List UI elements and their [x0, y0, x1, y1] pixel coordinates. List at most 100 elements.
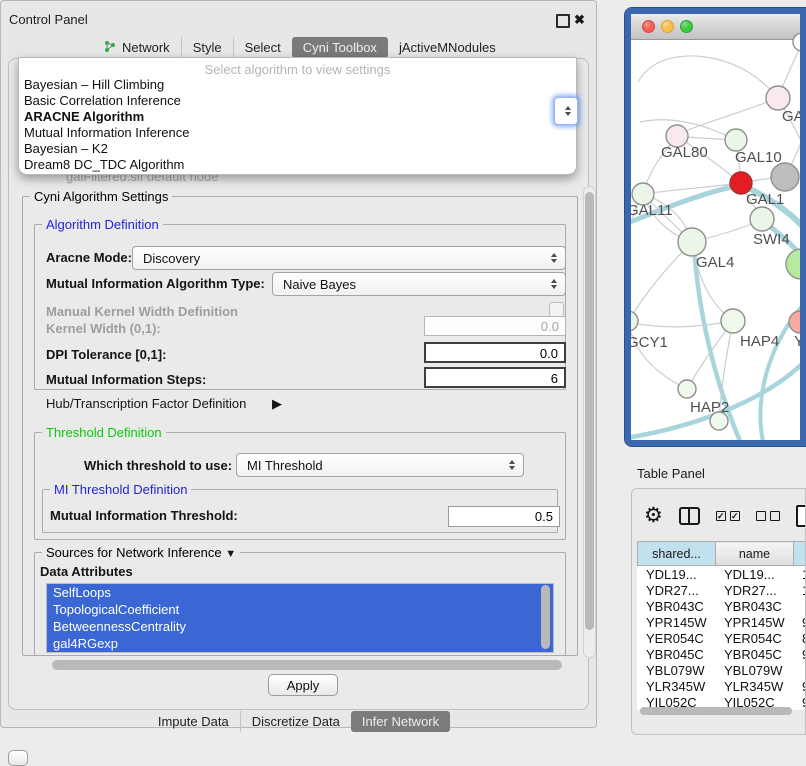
network-node[interactable] [786, 249, 800, 279]
split-columns-icon[interactable] [679, 507, 700, 525]
collapse-arrow-right-icon[interactable]: ▶ [272, 396, 282, 412]
table-row[interactable]: YBR043CYBR043C [638, 598, 806, 614]
minimized-panel-icon[interactable] [8, 750, 28, 766]
network-node-gal4[interactable] [678, 228, 706, 256]
algorithm-option-aracne-algorithm[interactable]: ARACNE Algorithm [19, 109, 576, 125]
bottom-tab-impute-data[interactable]: Impute Data [147, 711, 240, 732]
table-row[interactable]: YLR345WYLR345W9. [638, 678, 806, 694]
network-node-gcy1[interactable] [631, 311, 638, 331]
mi-algorithm-type-combobox[interactable]: Naive Bayes [272, 272, 566, 296]
table-row[interactable]: YER054CYER054C8. [638, 630, 806, 646]
mi-steps-label: Mutual Information Steps: [46, 372, 206, 387]
table-row[interactable]: YPR145WYPR145W9. [638, 614, 806, 630]
network-icon [103, 40, 117, 54]
network-node-gal10[interactable] [725, 129, 747, 151]
network-node[interactable] [771, 163, 799, 191]
settings-horizontal-scrollbar-thumb[interactable] [52, 660, 562, 670]
mutual-information-threshold-label: Mutual Information Threshold: [50, 508, 238, 523]
attribute-item-selfloops[interactable]: SelfLoops [47, 584, 539, 601]
node-label-hap4: HAP4 [740, 333, 779, 350]
network-node-y[interactable] [789, 311, 800, 333]
bottom-tab-infer-network[interactable]: Infer Network [351, 711, 450, 732]
algorithm-dropdown-items: Bayesian – Hill ClimbingBasic Correlatio… [19, 77, 576, 173]
table-cell: 13 [794, 566, 806, 583]
aracne-mode-label: Aracne Mode: [46, 250, 132, 265]
column-header-attr[interactable] [794, 542, 806, 566]
table-cell: YER054C [716, 630, 794, 646]
node-label-gal1: GAL1 [746, 191, 784, 208]
table-row[interactable]: YDL19...YDL19...13 [638, 566, 806, 583]
table-cell: YLR345W [716, 678, 794, 694]
mutual-information-threshold-field[interactable]: 0.5 [448, 506, 560, 527]
tab-jactivemnodules[interactable]: jActiveMNodules [388, 37, 507, 58]
apply-button[interactable]: Apply [268, 674, 338, 696]
node-table[interactable]: shared...name YDL19...YDL19...13YDR27...… [637, 541, 806, 710]
algorithm-option-bayesian-k2[interactable]: Bayesian – K2 [19, 141, 576, 157]
table-row[interactable]: YBR045CYBR045C9. [638, 646, 806, 662]
tab-label: jActiveMNodules [399, 40, 496, 55]
column-header-name[interactable]: name [716, 542, 794, 566]
tab-cyni-toolbox[interactable]: Cyni Toolbox [292, 37, 388, 58]
dpi-tolerance-field[interactable]: 0.0 [424, 342, 566, 363]
column-header-shared[interactable]: shared... [638, 542, 716, 566]
table-row[interactable]: YDR27...YDR27...12 [638, 582, 806, 598]
sources-title-text: Sources for Network Inference [46, 545, 222, 560]
network-node-gal[interactable] [766, 86, 790, 110]
cyni-bottom-tabbar: Impute Data Discretize Data Infer Network [0, 710, 597, 732]
algorithm-option-basic-correlation-inference[interactable]: Basic Correlation Inference [19, 93, 576, 109]
collapse-arrow-down-icon[interactable]: ▼ [225, 548, 236, 560]
table-horizontal-scrollbar-thumb[interactable] [640, 707, 792, 715]
float-window-icon[interactable] [556, 14, 570, 28]
table-cell: YPR145W [638, 614, 716, 630]
network-edge [638, 56, 778, 98]
algorithm-option-mutual-information-inference[interactable]: Mutual Information Inference [19, 125, 576, 141]
network-canvas[interactable]: GALGAL80GAL10GAL1GAL11SWI4GAL4GCY1HAP4YH… [631, 33, 800, 440]
node-label-gal4: GAL4 [696, 254, 734, 271]
attributes-list-scrollbar-thumb[interactable] [541, 585, 550, 649]
network-node-swi4[interactable] [750, 207, 774, 231]
tab-style[interactable]: Style [181, 37, 233, 58]
hub-transcription-section-label[interactable]: Hub/Transcription Factor Definition [46, 396, 246, 411]
table-cell: YPR145W [716, 614, 794, 630]
table-cell: YBR043C [638, 598, 716, 614]
zoom-light[interactable] [680, 20, 693, 33]
data-attributes-list[interactable]: SelfLoopsTopologicalCoefficientBetweenne… [46, 583, 554, 653]
close-window-icon[interactable]: ✖ [574, 13, 585, 26]
algorithm-definition-title: Algorithm Definition [42, 217, 163, 232]
settings-vertical-scrollbar-thumb[interactable] [585, 192, 594, 630]
gear-icon[interactable]: ⚙ [644, 506, 663, 526]
tab-network[interactable]: Network [92, 37, 181, 58]
attribute-item-topologicalcoefficient[interactable]: TopologicalCoefficient [47, 601, 539, 618]
algorithm-option-dream8-dc-tdc-algorithm[interactable]: Dream8 DC_TDC Algorithm [19, 157, 576, 173]
tab-label: Discretize Data [252, 714, 340, 729]
network-node[interactable] [793, 33, 800, 51]
stepper-arrows-icon [545, 279, 563, 289]
table-cell: YBR043C [716, 598, 794, 614]
traffic-lights [642, 20, 693, 33]
tab-label: Select [245, 40, 281, 55]
table-cell: YDR27... [716, 582, 794, 598]
close-light[interactable] [642, 20, 655, 33]
manual-kernel-width-label: Manual Kernel Width Definition [46, 304, 238, 319]
bottom-tab-discretize-data[interactable]: Discretize Data [240, 711, 351, 732]
network-edge [631, 322, 687, 389]
mi-steps-field[interactable]: 6 [424, 367, 566, 388]
kernel-width-field[interactable]: 0.0 [424, 316, 566, 336]
algorithm-option-bayesian-hill-climbing[interactable]: Bayesian – Hill Climbing [19, 77, 576, 93]
mi-threshold-definition-title: MI Threshold Definition [50, 482, 191, 497]
attribute-item-gal4rgexp[interactable]: gal4RGexp [47, 635, 539, 652]
select-checks-icon[interactable]: ✓✓ [716, 511, 740, 521]
aracne-mode-combobox[interactable]: Discovery [132, 246, 566, 270]
page-icon[interactable] [796, 505, 806, 527]
network-edge [688, 98, 778, 130]
deselect-checks-icon[interactable] [756, 511, 780, 521]
table-row[interactable]: YBL079WYBL079W [638, 662, 806, 678]
tab-select[interactable]: Select [233, 37, 292, 58]
which-threshold-combobox[interactable]: MI Threshold [236, 453, 524, 477]
network-node-hap4[interactable] [721, 309, 745, 333]
attribute-item-betweennesscentrality[interactable]: BetweennessCentrality [47, 618, 539, 635]
manual-kernel-width-checkbox[interactable] [549, 302, 564, 317]
minimize-light[interactable] [661, 20, 674, 33]
algorithm-combobox-focused-fragment[interactable] [554, 97, 578, 125]
network-node-hap2[interactable] [678, 380, 696, 398]
